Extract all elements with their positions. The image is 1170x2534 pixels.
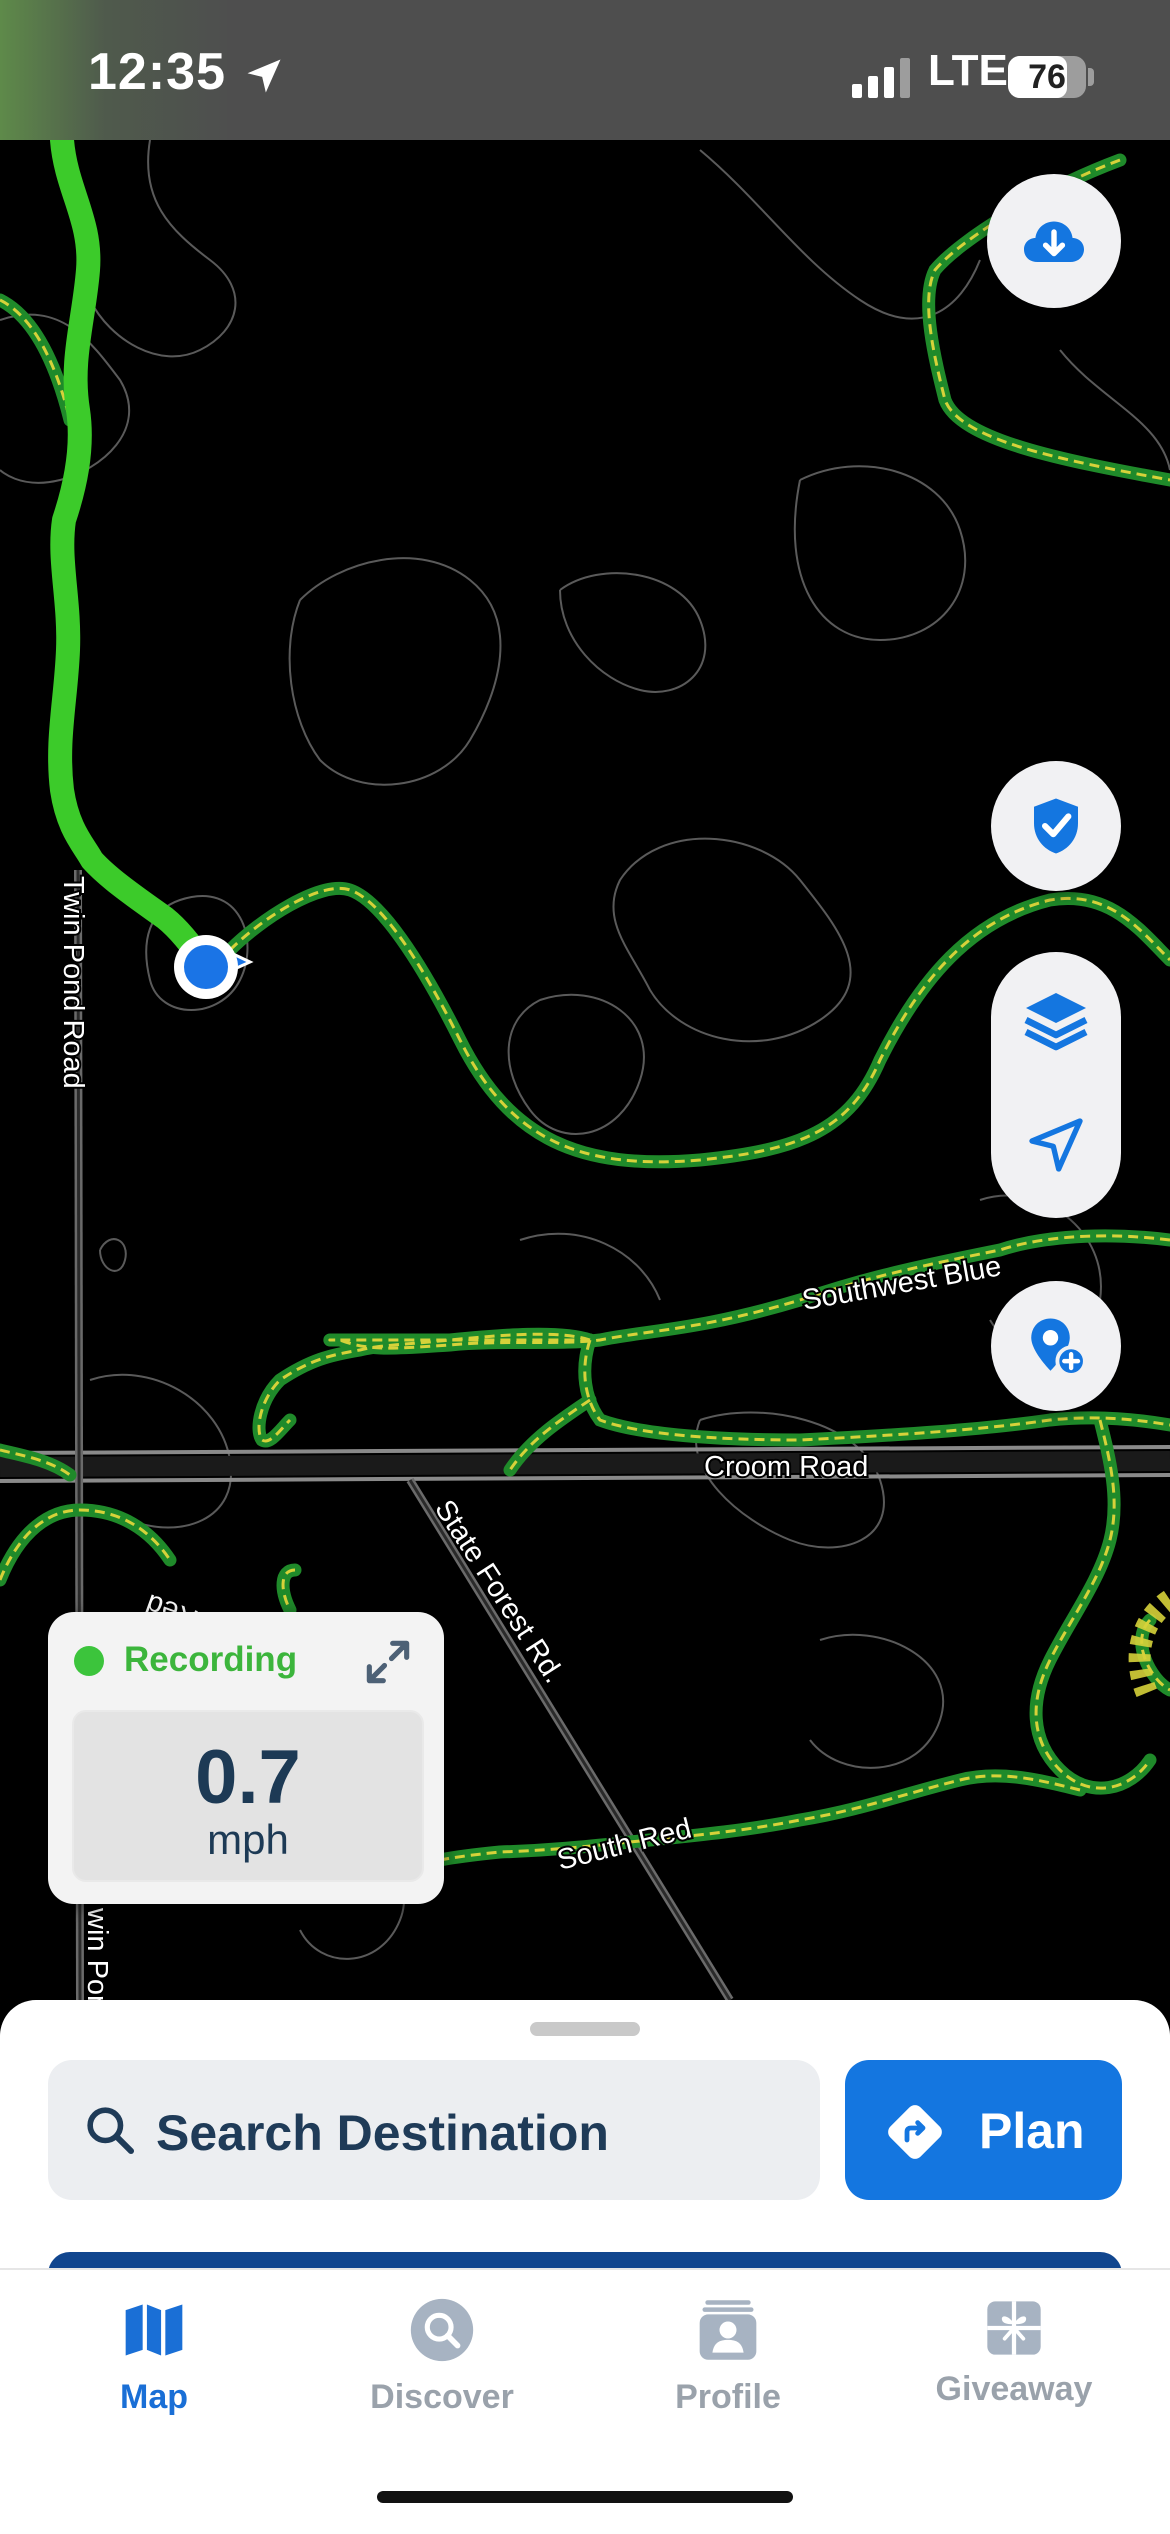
layers-icon <box>1024 993 1088 1051</box>
add-waypoint-button[interactable] <box>991 1281 1121 1411</box>
cloud-download-icon <box>1024 221 1084 262</box>
search-destination-input[interactable]: Search Destination <box>48 2060 820 2200</box>
speed-panel: 0.7 mph <box>72 1710 424 1882</box>
tab-map-label: Map <box>120 2378 188 2416</box>
route-diamond-icon <box>888 2105 942 2159</box>
map-icon <box>125 2304 183 2356</box>
road-label-croom-road: Croom Road <box>704 1451 868 1483</box>
road-label-twin-pond-road: Twin Pond Road <box>57 876 89 1089</box>
tab-giveaway[interactable]: Giveaway <box>868 2270 1160 2470</box>
plan-label: Plan <box>979 2103 1085 2159</box>
road-label-twin-pond-partial: win Pond <box>81 1907 113 2000</box>
battery-icon: 76 <box>1008 56 1086 98</box>
download-map-button[interactable] <box>987 174 1121 308</box>
battery-cap <box>1088 68 1094 86</box>
map-control-stack <box>991 952 1121 1218</box>
network-type: LTE <box>928 46 1008 95</box>
plan-button[interactable]: Plan <box>845 2060 1122 2200</box>
home-indicator[interactable] <box>377 2491 793 2503</box>
status-time: 12:35 <box>88 43 226 101</box>
battery-percent: 76 <box>1028 58 1066 96</box>
status-bar: 12:35 LTE 76 <box>0 0 1170 140</box>
recording-card[interactable]: Recording 0.7 mph <box>48 1612 444 1904</box>
recorded-track <box>48 128 217 977</box>
tab-profile-label: Profile <box>675 2378 781 2416</box>
tab-map[interactable]: Map <box>8 2270 300 2470</box>
search-icon <box>87 2107 135 2155</box>
search-placeholder: Search Destination <box>156 2105 609 2161</box>
expand-icon[interactable] <box>360 1634 416 1690</box>
recording-status: Recording <box>124 1640 298 1679</box>
cellular-signal-icon <box>852 58 910 98</box>
shield-check-icon <box>1034 798 1078 854</box>
tab-discover-label: Discover <box>370 2378 514 2416</box>
safety-button[interactable] <box>991 761 1121 891</box>
road-label-state-forest-rd: State Forest Rd. <box>428 1494 570 1689</box>
tab-discover[interactable]: Discover <box>296 2270 588 2470</box>
profile-icon <box>699 2300 757 2360</box>
location-arrow-icon <box>247 59 281 93</box>
road-label-southwest-blue: Southwest Blue <box>800 1250 1004 1317</box>
recenter-button[interactable] <box>991 1085 1121 1218</box>
layers-button[interactable] <box>991 952 1121 1085</box>
discover-icon <box>410 2298 474 2362</box>
gift-icon <box>987 2301 1041 2355</box>
speed-value: 0.7 <box>195 1735 301 1820</box>
sheet-drag-handle[interactable] <box>530 2022 640 2036</box>
tab-profile[interactable]: Profile <box>582 2270 874 2470</box>
navigation-arrow-icon <box>1029 1118 1083 1172</box>
tab-giveaway-label: Giveaway <box>935 2370 1093 2408</box>
recording-indicator <box>74 1646 104 1676</box>
pin-add-icon <box>1031 1318 1087 1377</box>
speed-unit: mph <box>207 1816 289 1863</box>
